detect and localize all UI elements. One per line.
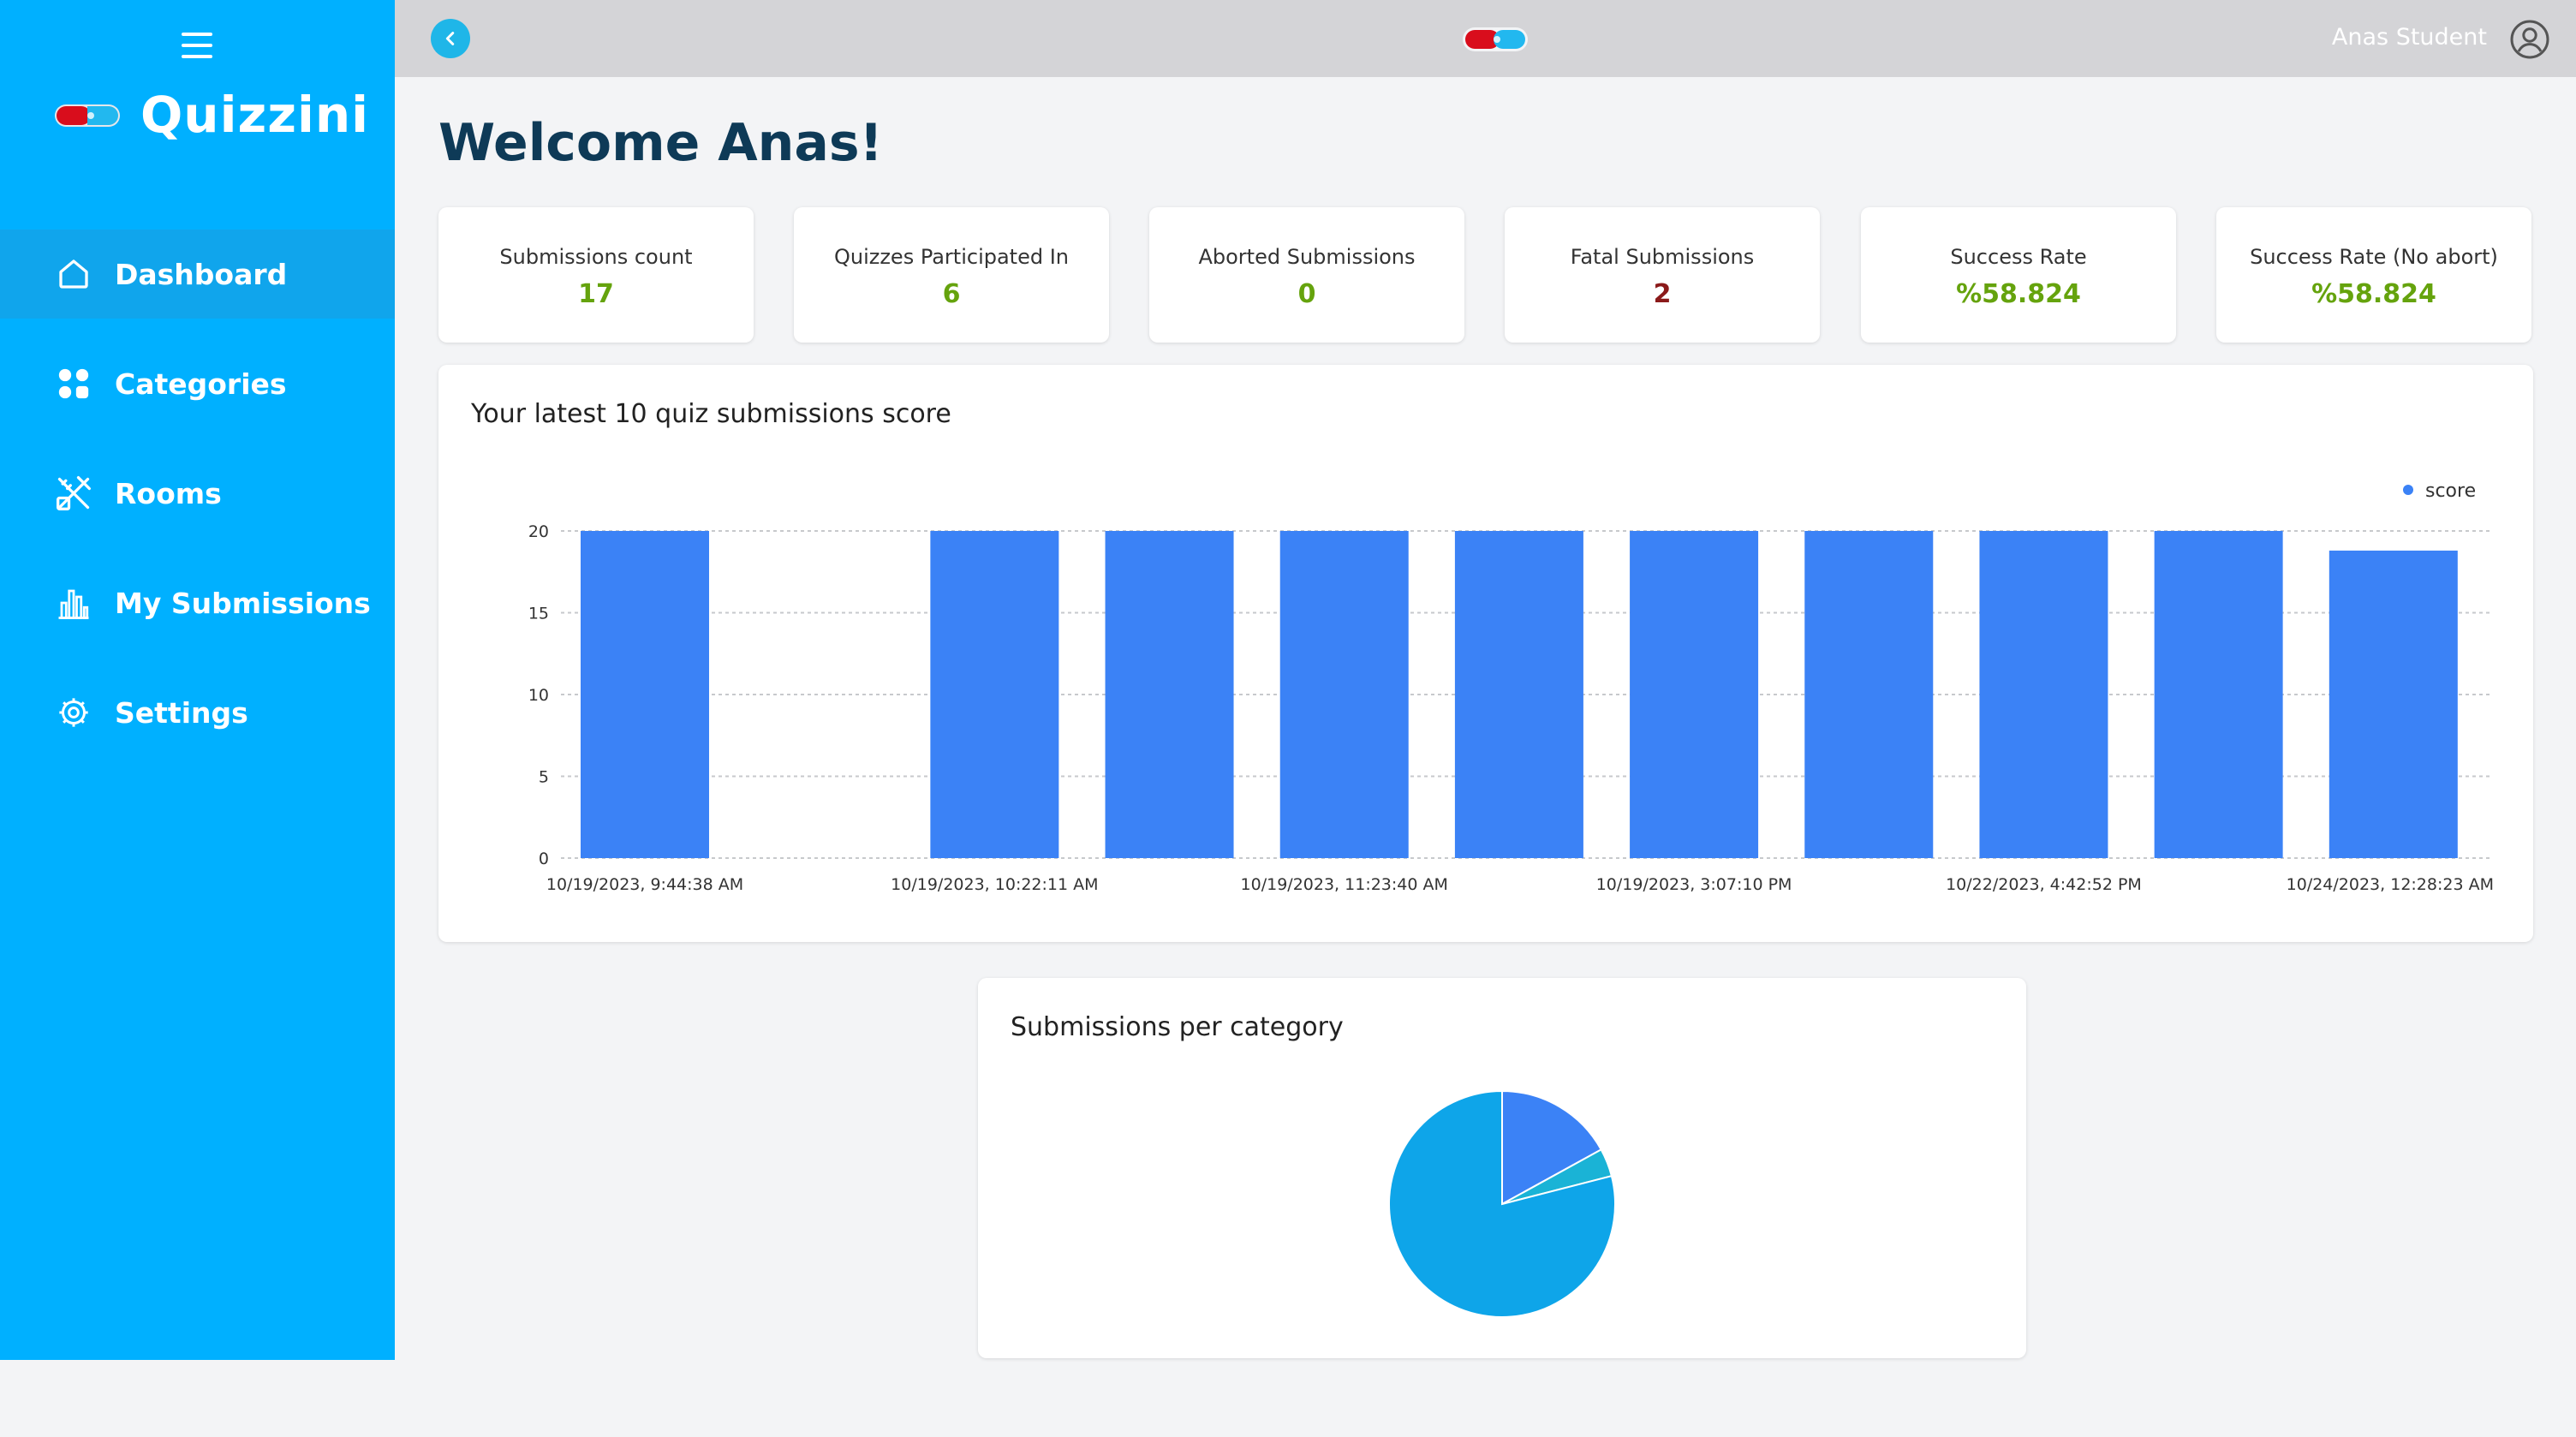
stat-value: 6: [942, 279, 961, 309]
sidebar-item-rooms[interactable]: Rooms: [0, 449, 395, 538]
y-tick-label: 0: [539, 850, 549, 868]
grid-icon: [55, 365, 92, 402]
category-pie-card: Submissions per category: [978, 978, 2026, 1358]
stat-label: Success Rate (No abort): [2250, 245, 2498, 269]
bar: [1630, 531, 1759, 858]
stat-card-submissions-count: Submissions count 17: [438, 207, 754, 343]
capsule-logo-icon[interactable]: [1461, 22, 1530, 57]
hamburger-menu-icon[interactable]: [182, 33, 212, 58]
y-tick-label: 15: [528, 605, 549, 623]
stat-card-quizzes-participated: Quizzes Participated In 6: [794, 207, 1109, 343]
stat-label: Success Rate: [1950, 245, 2087, 269]
bar: [581, 531, 709, 858]
sidebar-item-dashboard[interactable]: Dashboard: [0, 230, 395, 319]
stat-value: %58.824: [1956, 279, 2081, 309]
gear-icon: [55, 694, 92, 731]
bar: [2329, 550, 2458, 858]
bar-chart-icon: [55, 584, 92, 622]
legend-label: score: [2425, 480, 2476, 502]
bar: [1804, 531, 1934, 858]
stat-label: Aborted Submissions: [1198, 245, 1416, 269]
sidebar-nav: Dashboard Categories Rooms My Submission…: [0, 230, 395, 778]
sidebar-item-my-submissions[interactable]: My Submissions: [0, 558, 395, 647]
bar: [1979, 531, 2108, 858]
sidebar-item-label: My Submissions: [115, 586, 371, 620]
collapse-sidebar-button[interactable]: [431, 19, 470, 58]
pie-chart: [1388, 1089, 1616, 1318]
stat-label: Submissions count: [499, 245, 693, 269]
stat-label: Fatal Submissions: [1570, 245, 1755, 269]
stat-value: %58.824: [2311, 279, 2436, 309]
capsule-logo-icon: [55, 104, 120, 127]
y-tick-label: 5: [539, 768, 549, 787]
home-icon: [55, 255, 92, 293]
stat-label: Quizzes Participated In: [833, 245, 1070, 269]
tools-icon: [55, 474, 92, 512]
sidebar-item-settings[interactable]: Settings: [0, 668, 395, 757]
stat-card-success-rate-no-abort: Success Rate (No abort) %58.824: [2216, 207, 2531, 343]
brand-name: Quizzini: [140, 86, 370, 144]
x-tick-label: 10/19/2023, 11:23:40 AM: [1241, 875, 1448, 894]
stat-value: 17: [578, 279, 614, 309]
y-tick-label: 10: [528, 686, 549, 705]
topbar: Anas Student: [395, 0, 2576, 77]
stat-value: 0: [1297, 279, 1316, 309]
stat-card-fatal-submissions: Fatal Submissions 2: [1505, 207, 1820, 343]
brand[interactable]: Quizzini: [53, 86, 369, 144]
x-tick-label: 10/19/2023, 10:22:11 AM: [891, 875, 1098, 894]
sidebar-item-label: Dashboard: [115, 257, 288, 291]
sidebar-item-label: Settings: [115, 695, 248, 730]
bar: [1279, 531, 1409, 858]
x-tick-label: 10/19/2023, 9:44:38 AM: [546, 875, 743, 894]
stat-value: 2: [1653, 279, 1672, 309]
page-title: Welcome Anas!: [438, 113, 883, 173]
legend-marker: [2403, 485, 2413, 495]
bar: [1105, 531, 1234, 858]
x-tick-label: 10/19/2023, 3:07:10 PM: [1596, 875, 1792, 894]
user-name[interactable]: Anas Student: [2332, 24, 2487, 51]
x-tick-label: 10/22/2023, 4:42:52 PM: [1946, 875, 2142, 894]
sidebar-item-categories[interactable]: Categories: [0, 339, 395, 428]
sidebar-item-label: Rooms: [115, 476, 222, 510]
user-avatar-icon[interactable]: [2509, 19, 2550, 60]
sidebar-item-label: Categories: [115, 367, 287, 401]
y-tick-label: 20: [528, 522, 549, 541]
chevron-left-icon: [445, 32, 455, 45]
x-tick-label: 10/24/2023, 12:28:23 AM: [2287, 875, 2494, 894]
bar: [930, 531, 1059, 858]
bar: [1454, 531, 1583, 858]
sidebar: Quizzini Dashboard Categories Rooms My S…: [0, 0, 395, 1360]
bar-chart: 0 5 10 15 20 10/19/2023, 9:44:38 AM 10/19/2023…: [528, 480, 2494, 894]
stat-card-success-rate: Success Rate %58.824: [1861, 207, 2176, 343]
bar: [2154, 531, 2283, 858]
latest-scores-card: Your latest 10 quiz submissions score 05…: [438, 365, 2533, 942]
stat-card-aborted-submissions: Aborted Submissions 0: [1149, 207, 1464, 343]
